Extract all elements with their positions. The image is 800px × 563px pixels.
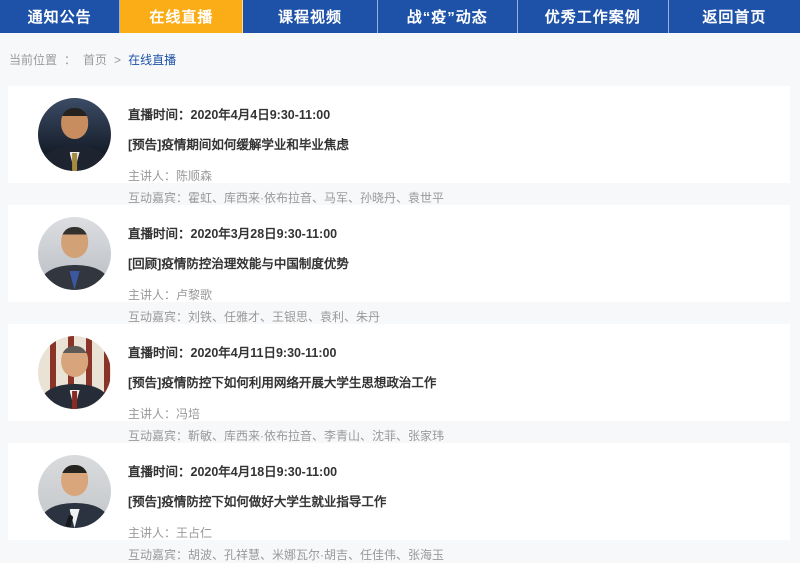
nav-tab-best-cases[interactable]: 优秀工作案例 <box>518 0 669 33</box>
broadcast-title[interactable]: [预告]疫情期间如何缓解学业和毕业焦虑 <box>128 134 770 153</box>
portrait-head <box>61 465 89 496</box>
broadcast-time: 直播时间：2020年4月11日9:30-11:00 <box>128 336 770 361</box>
guests-line: 互动嘉宾：靳敏、库西来·依布拉音、李青山、沈菲、张家玮 <box>128 427 770 444</box>
breadcrumb-current[interactable]: 在线直播 <box>128 51 176 68</box>
breadcrumb: 当前位置 ： 首页 > 在线直播 <box>0 33 800 86</box>
broadcast-list-item[interactable]: 直播时间：2020年3月28日9:30-11:00 [回顾]疫情防控治理效能与中… <box>8 205 790 302</box>
speaker-line: 主讲人：卢黎歌 <box>128 286 770 303</box>
speaker-line: 主讲人：陈顺森 <box>128 167 770 184</box>
nav-tab-notices[interactable]: 通知公告 <box>0 0 120 33</box>
top-nav: 通知公告 在线直播 课程视频 战“疫”动态 优秀工作案例 返回首页 <box>0 0 800 33</box>
portrait-tie <box>72 391 78 409</box>
nav-tab-course-videos[interactable]: 课程视频 <box>243 0 377 33</box>
portrait-head <box>61 346 89 377</box>
guests-line: 互动嘉宾：刘铁、任雅才、王银思、袁利、朱丹 <box>128 308 770 325</box>
broadcast-list: 直播时间：2020年4月4日9:30-11:00 [预告]疫情期间如何缓解学业和… <box>0 86 800 540</box>
breadcrumb-colon: ： <box>64 51 76 68</box>
speaker-line: 主讲人：冯培 <box>128 405 770 422</box>
nav-tab-epidemic-news[interactable]: 战“疫”动态 <box>378 0 518 33</box>
guests-line: 互动嘉宾：胡波、孔祥慧、米娜瓦尔·胡吉、任佳伟、张海玉 <box>128 546 770 563</box>
broadcast-title[interactable]: [预告]疫情防控下如何做好大学生就业指导工作 <box>128 491 770 510</box>
broadcast-title[interactable]: [预告]疫情防控下如何利用网络开展大学生思想政治工作 <box>128 372 770 391</box>
speaker-photo <box>38 336 111 409</box>
broadcast-time: 直播时间：2020年4月4日9:30-11:00 <box>128 98 770 123</box>
speaker-photo <box>38 98 111 171</box>
broadcast-list-item[interactable]: 直播时间：2020年4月11日9:30-11:00 [预告]疫情防控下如何利用网… <box>8 324 790 421</box>
broadcast-title[interactable]: [回顾]疫情防控治理效能与中国制度优势 <box>128 253 770 272</box>
guests-line: 互动嘉宾：霍虹、库西来·依布拉音、马军、孙晓丹、袁世平 <box>128 189 770 206</box>
broadcast-time: 直播时间：2020年4月18日9:30-11:00 <box>128 455 770 480</box>
nav-tab-back-home[interactable]: 返回首页 <box>669 0 800 33</box>
portrait-tie <box>72 153 78 171</box>
portrait-head <box>61 227 89 258</box>
broadcast-list-item[interactable]: 直播时间：2020年4月4日9:30-11:00 [预告]疫情期间如何缓解学业和… <box>8 86 790 183</box>
broadcast-list-item[interactable]: 直播时间：2020年4月18日9:30-11:00 [预告]疫情防控下如何做好大… <box>8 443 790 540</box>
breadcrumb-separator: > <box>114 53 121 67</box>
portrait-head <box>61 108 89 139</box>
speaker-photo <box>38 455 111 528</box>
broadcast-time: 直播时间：2020年3月28日9:30-11:00 <box>128 217 770 242</box>
speaker-photo <box>38 217 111 290</box>
breadcrumb-label: 当前位置 <box>9 51 57 68</box>
breadcrumb-home-link[interactable]: 首页 <box>83 51 107 68</box>
nav-tab-live-broadcast[interactable]: 在线直播 <box>120 0 243 33</box>
